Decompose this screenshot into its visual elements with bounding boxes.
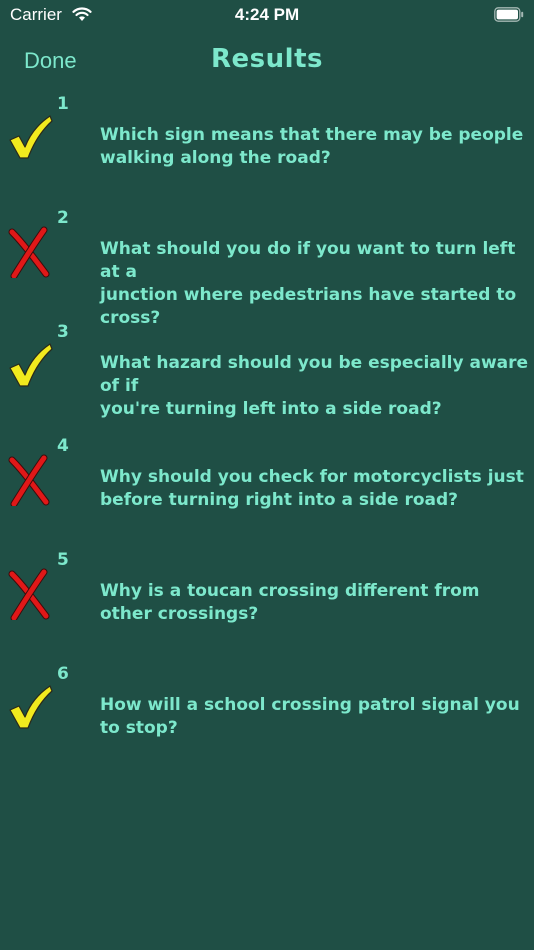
cross-icon [8, 568, 50, 620]
navigation-bar: Done Results [0, 38, 534, 86]
question-number: 1 [57, 94, 69, 114]
status-bar: Carrier 4:24 PM [0, 0, 534, 32]
question-number: 3 [57, 322, 69, 342]
result-row-1: 1 Which sign means that there may be peo… [0, 90, 534, 200]
result-row-5: 5 Why is a toucan crossing different fro… [0, 546, 534, 656]
question-text: Why should you check for motorcyclists j… [100, 467, 524, 510]
result-row-3: 3 What hazard should you be especially a… [0, 318, 534, 428]
status-time: 4:24 PM [234, 5, 300, 24]
check-icon [9, 685, 53, 729]
check-icon [9, 115, 53, 159]
question-number: 5 [57, 550, 69, 570]
result-row-6: 6 How will a school crossing patrol sign… [0, 660, 534, 770]
page-title: Results [211, 44, 323, 74]
question-text: What hazard should you be especially awa… [100, 353, 529, 419]
question-number: 6 [57, 664, 69, 684]
question-number: 4 [57, 436, 69, 456]
question-text: How will a school crossing patrol signal… [100, 695, 520, 738]
battery-icon [494, 7, 524, 22]
question-number: 2 [57, 208, 69, 228]
question-text: Why is a toucan crossing different from … [100, 581, 480, 624]
question-text: What should you do if you want to turn l… [100, 239, 517, 328]
check-icon [9, 343, 53, 387]
result-row-2: 2 What should you do if you want to turn… [0, 204, 534, 328]
result-row-4: 4 Why should you check for motorcyclists… [0, 432, 534, 542]
cross-icon [8, 226, 50, 278]
question-text: Which sign means that there may be peopl… [100, 125, 524, 168]
cross-icon [8, 454, 50, 506]
